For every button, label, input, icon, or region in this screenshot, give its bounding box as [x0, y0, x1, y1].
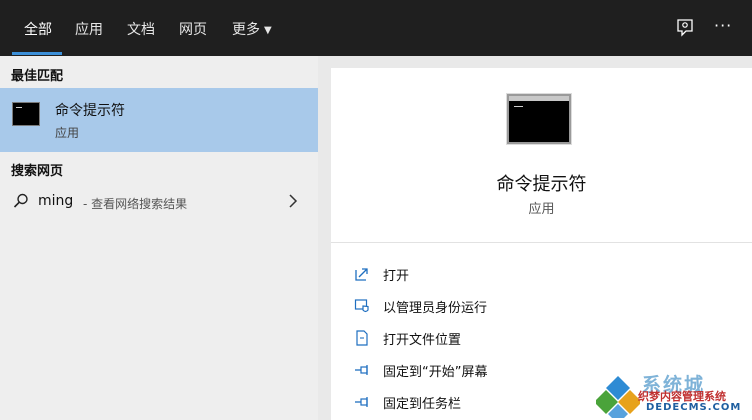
command-prompt-large-icon — [507, 94, 571, 144]
action-open-file-location-label: 打开文件位置 — [383, 333, 462, 348]
chevron-down-icon: ▼ — [264, 25, 272, 36]
tab-all[interactable]: 全部 — [24, 19, 52, 39]
run-as-admin-icon — [353, 297, 371, 315]
web-search-query: ming — [38, 193, 74, 209]
action-open-file-location[interactable]: 打开文件位置 — [331, 324, 752, 352]
web-search-suffix: - 查看网络搜索结果 — [83, 197, 188, 211]
tab-more-label: 更多 — [232, 22, 260, 38]
more-options-icon[interactable]: ··· — [714, 16, 742, 44]
feedback-icon[interactable] — [671, 14, 699, 42]
tab-more[interactable]: 更多 ▼ — [232, 19, 272, 39]
watermark-logo-icon — [596, 376, 640, 418]
web-search-header: 搜索网页 — [11, 164, 64, 179]
best-match-header: 最佳匹配 — [11, 69, 64, 84]
action-pin-to-start-label: 固定到“开始”屏幕 — [383, 365, 488, 380]
chevron-right-icon — [287, 193, 299, 209]
best-match-item[interactable]: 命令提示符 应用 — [0, 88, 318, 152]
action-open-label: 打开 — [383, 269, 410, 284]
watermark-domain: DEDECMS.COM — [646, 402, 742, 413]
active-tab-indicator — [12, 52, 62, 55]
tab-apps[interactable]: 应用 — [75, 19, 103, 39]
best-match-title: 命令提示符 — [55, 103, 125, 119]
preview-subtitle: 应用 — [528, 202, 555, 217]
tab-documents[interactable]: 文档 — [127, 19, 155, 39]
tab-web[interactable]: 网页 — [179, 19, 207, 39]
preview-pane: 命令提示符 应用 打开 以管理员身份运行 打开文件位置 固定到“开始”屏幕 固定… — [331, 68, 752, 420]
action-open[interactable]: 打开 — [331, 260, 752, 288]
pin-start-icon — [353, 361, 371, 379]
preview-title: 命令提示符 — [496, 174, 587, 195]
action-run-as-admin-label: 以管理员身份运行 — [383, 301, 488, 316]
watermark: 系统城 织梦内容管理系统 DEDECMS.COM — [596, 370, 752, 420]
results-pane: 最佳匹配 命令提示符 应用 搜索网页 ming - 查看网络搜索结果 — [0, 56, 318, 420]
web-search-item[interactable]: ming - 查看网络搜索结果 — [0, 186, 318, 216]
file-location-icon — [353, 329, 371, 347]
search-icon — [12, 192, 30, 210]
action-run-as-admin[interactable]: 以管理员身份运行 — [331, 292, 752, 320]
divider — [331, 242, 752, 243]
open-icon — [353, 265, 371, 283]
search-filter-bar: 全部 应用 文档 网页 更多 ▼ ··· — [0, 0, 752, 56]
best-match-subtitle: 应用 — [55, 126, 80, 140]
command-prompt-icon — [12, 102, 40, 126]
pin-taskbar-icon — [353, 393, 371, 411]
action-pin-to-taskbar-label: 固定到任务栏 — [383, 397, 462, 412]
